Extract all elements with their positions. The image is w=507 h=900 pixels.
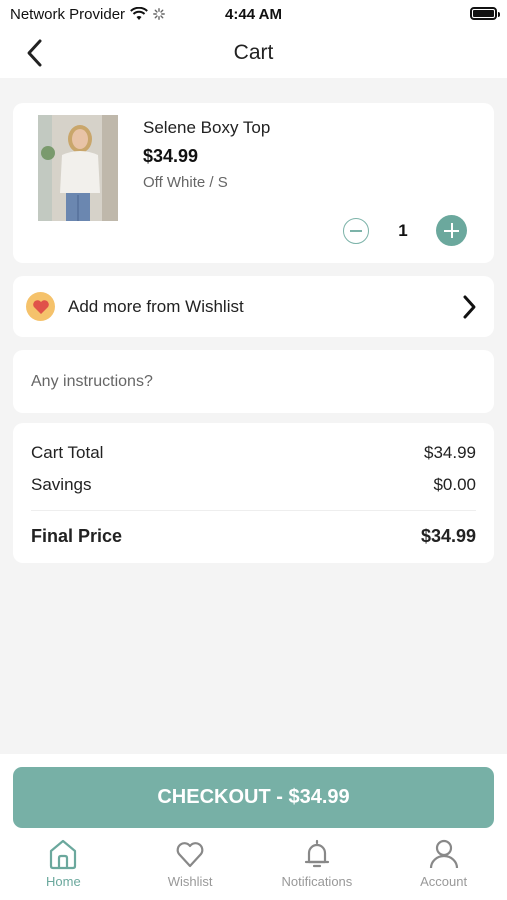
page-title: Cart [233, 41, 274, 64]
divider [31, 510, 476, 511]
product-image[interactable] [38, 115, 118, 221]
final-price-row: Final Price $34.99 [31, 526, 476, 547]
tab-account-label: Account [420, 874, 468, 889]
tab-notifications[interactable]: Notifications [254, 838, 381, 900]
tab-account[interactable]: Account [380, 838, 507, 900]
heart-icon [176, 842, 204, 868]
bell-icon [304, 839, 329, 868]
status-left: Network Provider [10, 6, 165, 23]
wishlist-label: Add more from Wishlist [68, 297, 244, 316]
final-price-value: $34.99 [420, 526, 476, 546]
user-icon [429, 839, 458, 869]
cart-total-value: $34.99 [424, 443, 476, 462]
product-price: $34.99 [143, 146, 199, 166]
quantity-increase-button[interactable] [436, 215, 467, 246]
cart-item-card: Selene Boxy Top $34.99 Off White / S 1 [13, 103, 494, 263]
activity-spinner-icon [153, 8, 165, 20]
instructions-input[interactable] [31, 362, 471, 402]
cart-total-row: Cart Total $34.99 [31, 443, 476, 463]
wishlist-heart-icon [26, 292, 55, 321]
chevron-right-icon [463, 295, 476, 319]
cart-total-label: Cart Total [31, 443, 104, 462]
tab-bar: Home Wishlist Notifications Account [0, 838, 507, 900]
battery-icon [470, 7, 500, 20]
wifi-icon [130, 7, 148, 20]
quantity-value: 1 [398, 221, 408, 240]
product-photo-icon [38, 115, 118, 221]
back-button[interactable] [22, 38, 48, 68]
savings-row: Savings $0.00 [31, 475, 476, 495]
carrier-label: Network Provider [10, 5, 126, 23]
quantity-decrease-button[interactable] [343, 218, 369, 244]
final-price-label: Final Price [31, 526, 123, 546]
product-name[interactable]: Selene Boxy Top [143, 118, 270, 138]
instructions-card [13, 350, 494, 413]
tab-notifications-label: Notifications [281, 874, 353, 889]
header: Cart [0, 28, 507, 78]
tab-home[interactable]: Home [0, 838, 127, 900]
tab-wishlist-label: Wishlist [167, 874, 213, 889]
checkout-button[interactable]: CHECKOUT - $34.99 [13, 767, 494, 828]
tab-wishlist[interactable]: Wishlist [127, 838, 254, 900]
savings-label: Savings [31, 475, 92, 494]
product-variant: Off White / S [143, 174, 228, 191]
tab-home-label: Home [46, 874, 81, 889]
add-from-wishlist-row[interactable]: Add more from Wishlist [13, 276, 494, 337]
status-bar: Network Provider 4:44 AM [0, 0, 507, 28]
savings-value: $0.00 [433, 475, 476, 494]
home-icon [50, 839, 77, 870]
price-summary-card: Cart Total $34.99 Savings $0.00 Final Pr… [13, 423, 494, 563]
